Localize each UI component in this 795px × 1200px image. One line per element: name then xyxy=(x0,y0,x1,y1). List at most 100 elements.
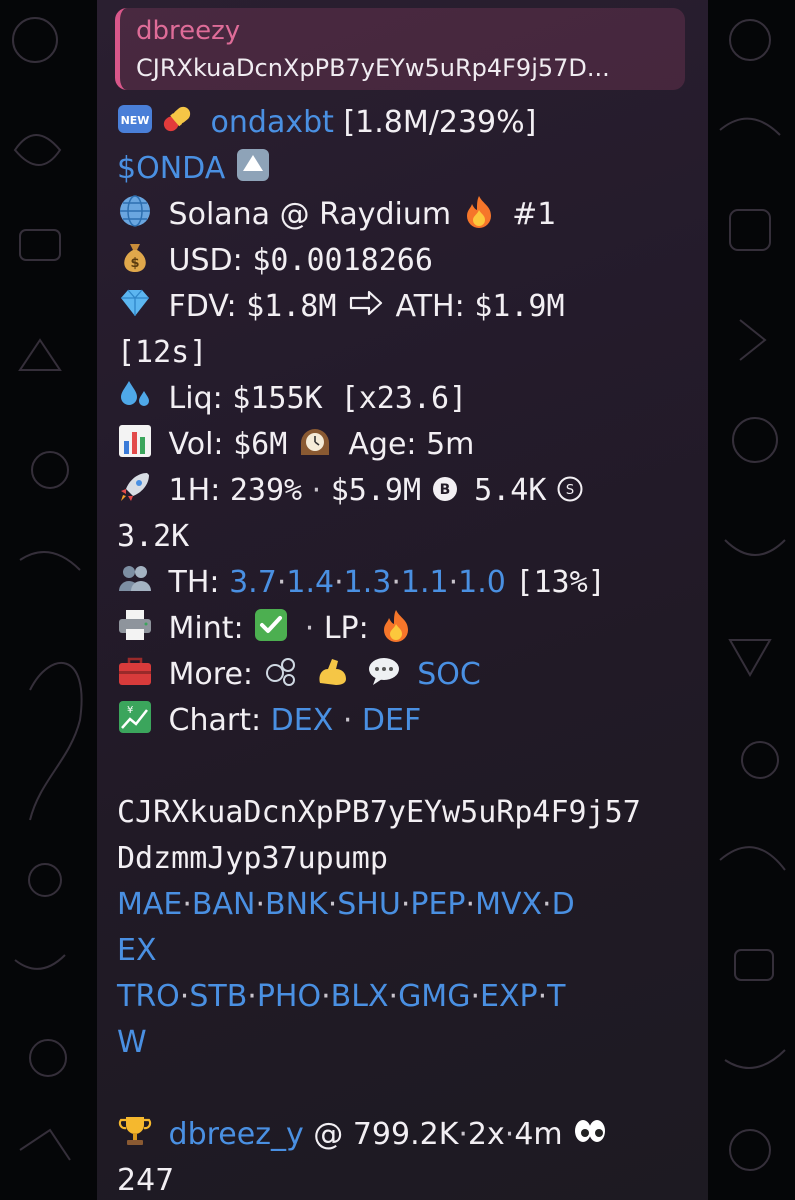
views-count: 247 xyxy=(117,1163,175,1198)
bot-links-row1-wrap: EX xyxy=(117,928,692,974)
soc-link[interactable]: SOC xyxy=(417,657,481,692)
chain-line: Solana @ Raydium #1 xyxy=(117,192,692,238)
bot-link-gmg[interactable]: GMG xyxy=(398,979,470,1014)
rank-text: #1 xyxy=(512,197,557,232)
svg-text:¥: ¥ xyxy=(127,705,133,716)
fdv-value: $1.8M xyxy=(246,289,337,324)
liq-value: $155K [x23.6] xyxy=(232,381,468,416)
reply-quote[interactable]: dbreezy CJRXkuaDcnXpPB7yEYw5uRp4F9j57D..… xyxy=(115,8,685,90)
chart-link-dex[interactable]: DEX xyxy=(271,703,334,738)
token-handle-link[interactable]: ondaxbt xyxy=(211,105,334,140)
chart-link-def[interactable]: DEF xyxy=(362,703,421,738)
caller-line: dbreez_y @ 799.2K·2x·4m xyxy=(117,1112,692,1158)
token-stats: [1.8M/239%] xyxy=(343,105,537,140)
bot-link-dex-part1[interactable]: D xyxy=(552,887,575,922)
bot-link-pho[interactable]: PHO xyxy=(257,979,321,1014)
bot-link-exp[interactable]: EXP xyxy=(480,979,538,1014)
title-line: NEW ondaxbt [1.8M/239%] xyxy=(117,100,692,146)
chain-text: Solana @ Raydium xyxy=(168,197,452,232)
th-value-4[interactable]: 1.1 xyxy=(401,565,449,600)
bar-chart-icon xyxy=(117,423,153,459)
h1-label: 1H: xyxy=(168,473,221,508)
bot-links-row2: TRO·STB·PHO·BLX·GMG·EXP·T xyxy=(117,979,566,1014)
usd-label: USD: xyxy=(168,243,243,278)
bot-link-tw-part1[interactable]: T xyxy=(547,979,565,1014)
svg-text:NEW: NEW xyxy=(121,114,150,127)
more-line: More: SOC xyxy=(117,652,692,698)
lp-label: LP: xyxy=(323,611,369,646)
bot-link-dex-part2[interactable]: EX xyxy=(117,933,157,968)
right-arrow-icon xyxy=(348,285,384,321)
ath-label: ATH: xyxy=(395,289,465,324)
h1-sells: 3.2K xyxy=(117,519,190,554)
bot-links-row2-wrap: W xyxy=(117,1020,692,1066)
contract-address-line1[interactable]: CJRXkuaDcnXpPB7yEYw5uRp4F9j57 xyxy=(117,790,692,836)
bot-link-shu[interactable]: SHU xyxy=(337,887,401,922)
caller-multiplier: 2x xyxy=(467,1117,505,1152)
bot-link-ban[interactable]: BAN xyxy=(192,887,256,922)
globe-icon xyxy=(117,193,153,229)
h1-pct: 239% xyxy=(229,473,303,508)
speech-icon[interactable] xyxy=(366,653,402,689)
muscle-icon[interactable] xyxy=(314,653,350,689)
droplets-icon xyxy=(117,377,153,413)
bot-links-row1: MAE·BAN·BNK·SHU·PEP·MVX·D xyxy=(117,887,575,922)
eyes-icon xyxy=(572,1113,608,1149)
svg-text:$: $ xyxy=(130,256,139,271)
vol-label: Vol: xyxy=(168,427,224,462)
caller-time: 4m xyxy=(514,1117,563,1152)
liq-label: Liq: xyxy=(168,381,223,416)
th-total: [13%] xyxy=(515,565,606,600)
ticker-line: $ONDA xyxy=(117,146,692,192)
fire-icon xyxy=(461,193,497,229)
message-bubble: dbreezy CJRXkuaDcnXpPB7yEYw5uRp4F9j57D..… xyxy=(97,0,708,1200)
th-value-1[interactable]: 3.7 xyxy=(229,565,277,600)
new-badge-icon: NEW xyxy=(117,101,153,137)
chart-yen-icon: ¥ xyxy=(117,699,153,735)
bot-link-tro[interactable]: TRO xyxy=(117,979,180,1014)
th-label: TH: xyxy=(168,565,220,600)
up-arrow-icon xyxy=(235,147,271,183)
svg-text:S: S xyxy=(566,483,574,498)
svg-text:B: B xyxy=(439,482,450,498)
h1-buys: 5.4K xyxy=(474,473,547,508)
b-circle-icon: B xyxy=(431,475,459,503)
caller-mcap: @ 799.2K xyxy=(313,1117,459,1152)
contract-address-line2[interactable]: DdzmmJyp37upump xyxy=(117,836,692,882)
h1-volume: $5.9M xyxy=(330,473,422,508)
bubbles-icon[interactable] xyxy=(263,653,299,689)
message-body: NEW ondaxbt [1.8M/239%] $ONDA Solana @ R… xyxy=(117,100,692,1200)
bot-link-bnk[interactable]: BNK xyxy=(265,887,328,922)
mint-label: Mint: xyxy=(168,611,244,646)
bot-link-stb[interactable]: STB xyxy=(189,979,247,1014)
chart-line: ¥ Chart: DEX · DEF xyxy=(117,698,692,744)
th-line: TH: 3.7·1.4·1.3·1.1·1.0 [13%] xyxy=(117,560,692,606)
vol-line: Vol: $6M Age: 5m xyxy=(117,422,692,468)
mantel-clock-icon xyxy=(297,423,333,459)
th-value-5[interactable]: 1.0 xyxy=(458,565,506,600)
age-value: 5m xyxy=(426,427,475,462)
mint-line: Mint: · LP: xyxy=(117,606,692,652)
usd-line: $ USD: $0.0018266 xyxy=(117,238,692,284)
h1-separator: · xyxy=(311,473,322,508)
gem-icon xyxy=(117,285,153,321)
printer-icon xyxy=(117,607,153,643)
bot-link-mae[interactable]: MAE xyxy=(117,887,182,922)
bot-link-blx[interactable]: BLX xyxy=(331,979,389,1014)
usd-value: $0.0018266 xyxy=(252,243,433,278)
fdv-line: FDV: $1.8M ATH: $1.9M xyxy=(117,284,692,330)
more-label: More: xyxy=(168,657,254,692)
bot-link-tw-part2[interactable]: W xyxy=(117,1025,147,1060)
ticker-link[interactable]: $ONDA xyxy=(117,151,225,186)
toolbox-icon xyxy=(117,653,153,689)
bot-link-pep[interactable]: PEP xyxy=(410,887,465,922)
reply-author: dbreezy xyxy=(136,16,241,46)
trophy-icon xyxy=(117,1113,153,1149)
age-label: Age: xyxy=(348,427,417,462)
h1-line: 1H: 239% · $5.9M B 5.4K S xyxy=(117,468,692,514)
caller-link[interactable]: dbreez_y xyxy=(169,1117,304,1152)
th-value-2[interactable]: 1.4 xyxy=(286,565,334,600)
bot-link-mvx[interactable]: MVX xyxy=(475,887,542,922)
th-value-3[interactable]: 1.3 xyxy=(344,565,392,600)
liq-line: Liq: $155K [x23.6] xyxy=(117,376,692,422)
